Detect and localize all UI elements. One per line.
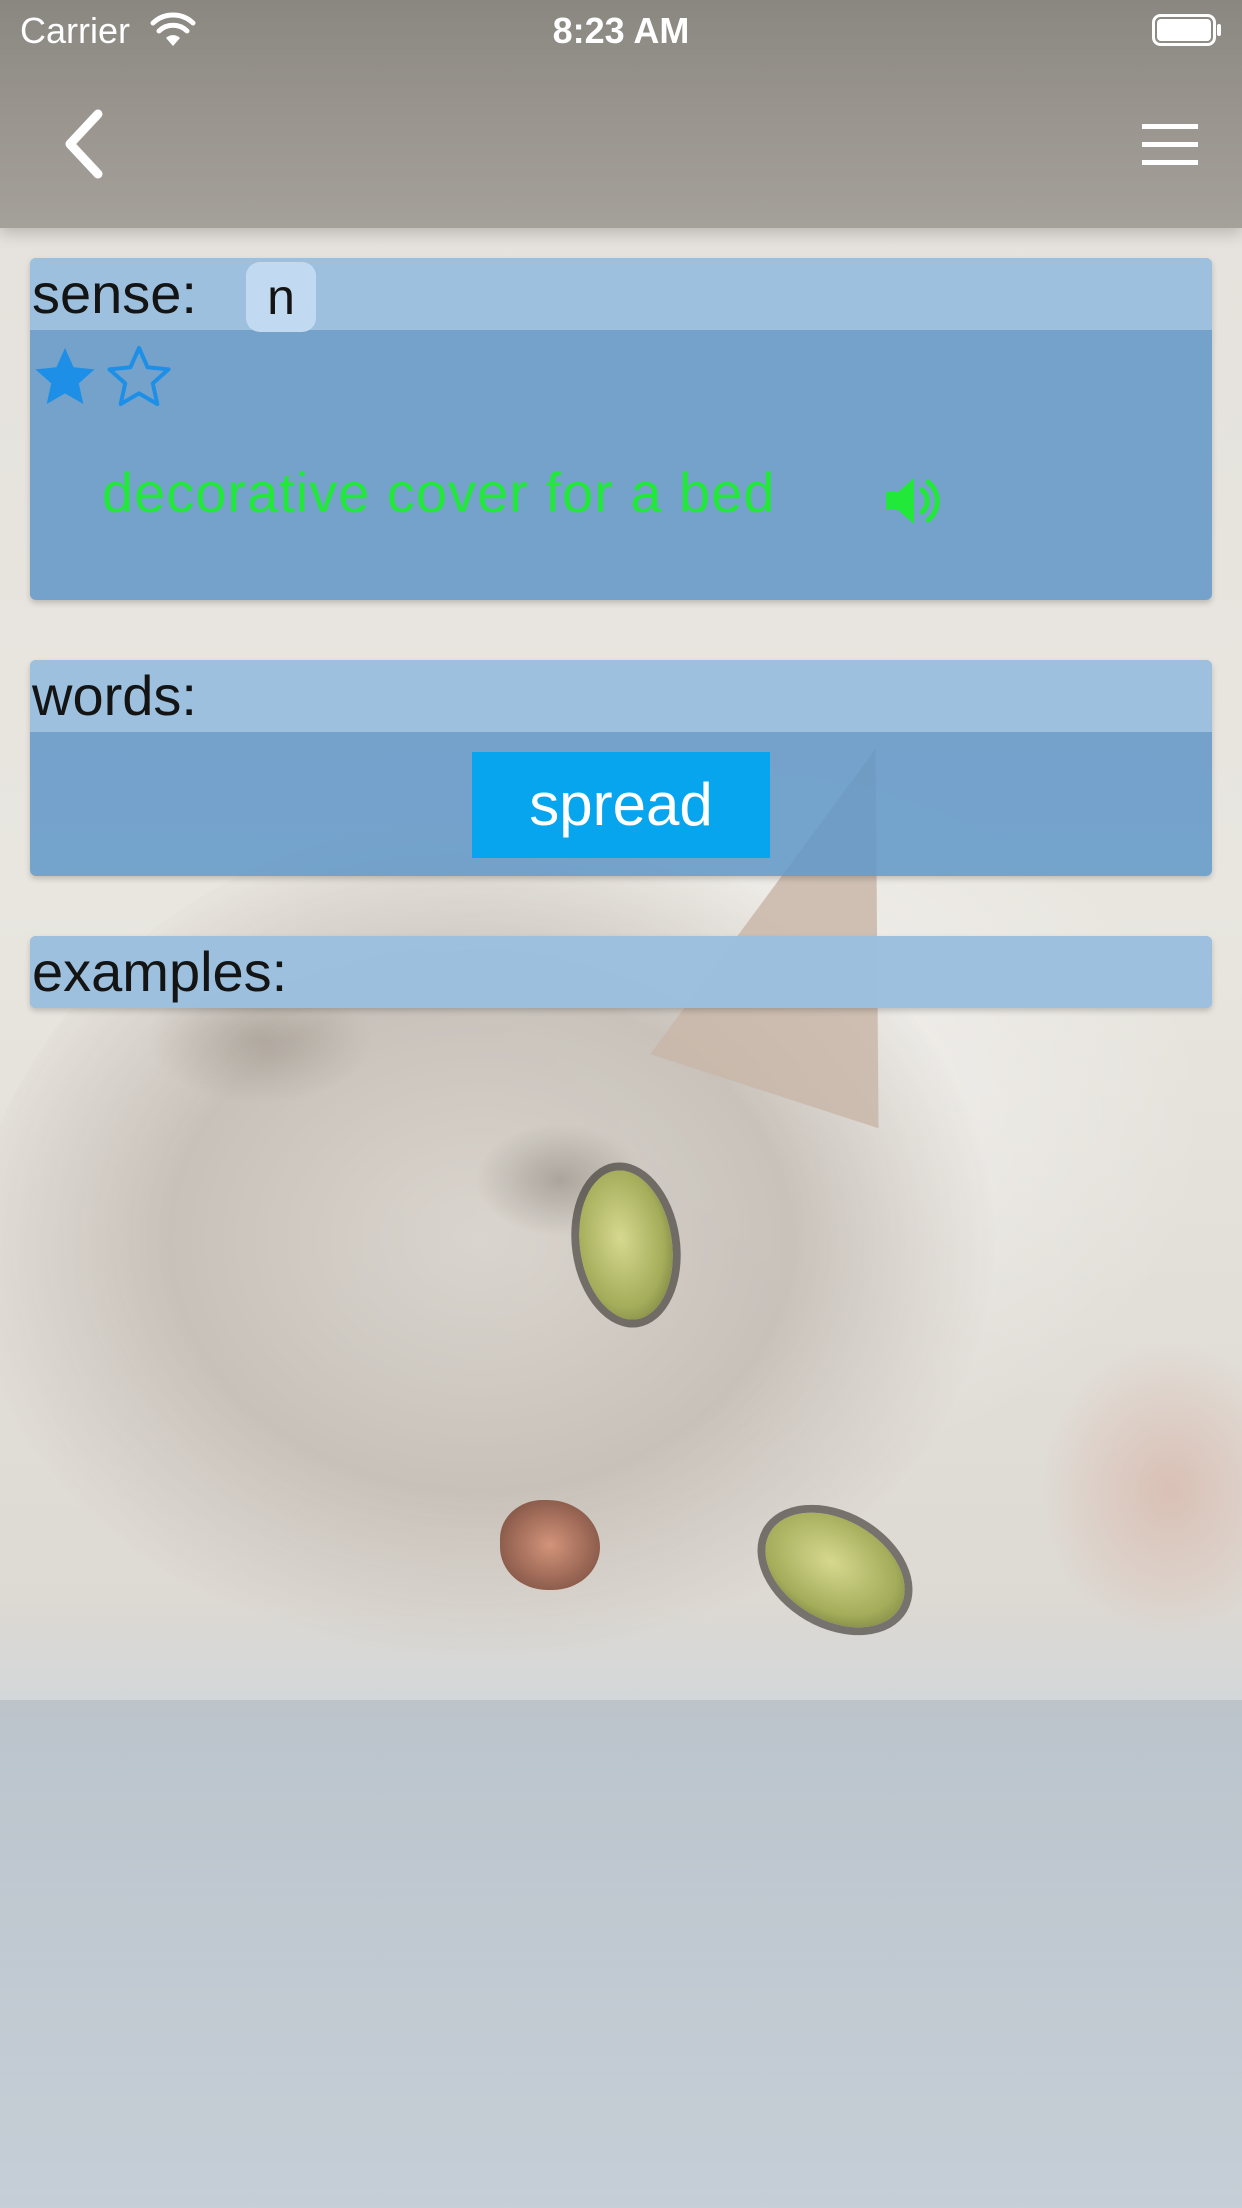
words-label: words:	[32, 664, 197, 727]
examples-header: examples:	[30, 936, 1212, 1008]
sense-definition: decorative cover for a bed	[102, 461, 776, 524]
part-of-speech-badge: n	[246, 262, 316, 332]
sense-header: sense: n	[30, 258, 1212, 332]
chevron-left-icon	[65, 109, 103, 179]
navigation-bar: Carrier 8:23 AM	[0, 0, 1242, 228]
examples-panel: examples:	[30, 936, 1212, 1008]
status-bar: Carrier 8:23 AM	[0, 0, 1242, 60]
battery-icon	[1152, 14, 1221, 46]
words-panel: words: spread	[30, 660, 1212, 876]
words-header: words:	[30, 660, 1212, 732]
status-time: 8:23 AM	[552, 10, 690, 51]
cat-ear	[1040, 1340, 1242, 1640]
back-button[interactable]	[50, 104, 130, 184]
speaker-icon[interactable]	[882, 472, 944, 530]
sense-label: sense:	[32, 262, 197, 325]
cat-reflection	[0, 1700, 1242, 2208]
star-outline-icon[interactable]	[106, 344, 172, 410]
star-rating[interactable]	[32, 344, 176, 414]
sense-panel: sense: n decorative cover for a bed	[30, 258, 1212, 600]
cat-nose	[500, 1500, 600, 1590]
star-filled-icon[interactable]	[32, 344, 98, 410]
menu-button[interactable]	[1130, 110, 1210, 180]
examples-label: examples:	[32, 940, 288, 1003]
hamburger-menu-icon	[1142, 124, 1198, 165]
word-button-spread[interactable]: spread	[472, 752, 770, 858]
